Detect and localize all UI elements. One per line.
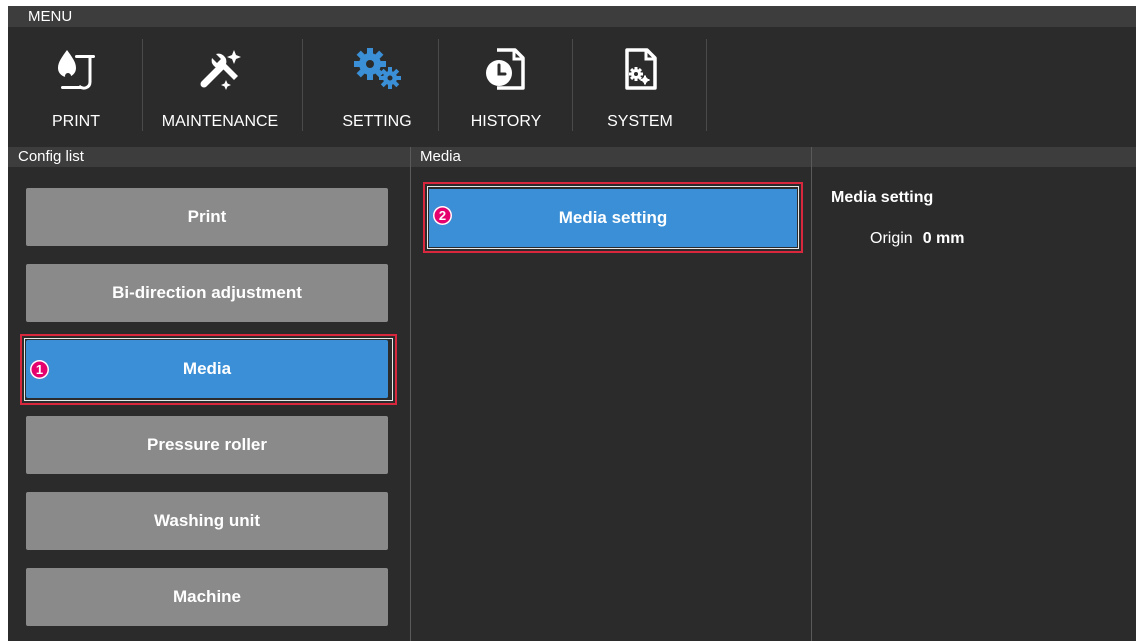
toolbar-history-label: HISTORY — [470, 113, 542, 130]
toolbar-setting-button[interactable]: SETTING — [320, 27, 434, 147]
toolbar-system-button[interactable]: SYSTEM — [590, 27, 690, 147]
toolbar-maintenance-label: MAINTENANCE — [161, 113, 279, 130]
config-washing-unit-button[interactable]: Washing unit — [26, 492, 388, 550]
menu-title: MENU — [8, 6, 1136, 27]
setting-gears-icon — [320, 45, 434, 93]
callout-badge-2: 2 — [433, 206, 452, 225]
media-setting-button[interactable]: Media setting — [429, 189, 797, 247]
callout-badge-1: 1 — [30, 360, 49, 379]
media-header: Media — [410, 147, 812, 167]
toolbar-maintenance-button[interactable]: MAINTENANCE — [150, 27, 290, 147]
toolbar-print-button[interactable]: PRINT — [32, 27, 120, 147]
toolbar-divider — [572, 39, 573, 131]
toolbar-print-label: PRINT — [52, 113, 100, 130]
config-pressure-roller-button[interactable]: Pressure roller — [26, 416, 388, 474]
config-bi-direction-adjustment-button[interactable]: Bi-direction adjustment — [26, 264, 388, 322]
toolbar-setting-label: SETTING — [342, 113, 412, 130]
origin-value: 0 mm — [922, 230, 965, 247]
detail-row-origin: Origin 0 mm — [870, 230, 964, 248]
detail-title: Media setting — [831, 189, 934, 206]
print-icon — [32, 45, 120, 93]
origin-label: Origin — [870, 230, 913, 247]
toolbar-history-button[interactable]: HISTORY — [456, 27, 556, 147]
toolbar-divider — [142, 39, 143, 131]
maintenance-icon — [150, 45, 290, 93]
column-divider — [811, 147, 812, 641]
main-toolbar: PRINT MAINTENANCE SETTING HISTORY SYSTEM — [8, 27, 1136, 147]
system-icon — [590, 45, 690, 93]
config-list-header: Config list — [8, 147, 410, 167]
toolbar-system-label: SYSTEM — [607, 113, 673, 130]
history-icon — [456, 45, 556, 93]
config-print-button[interactable]: Print — [26, 188, 388, 246]
toolbar-divider — [706, 39, 707, 131]
config-media-button[interactable]: Media — [26, 340, 388, 398]
column-divider — [410, 147, 411, 641]
config-machine-button[interactable]: Machine — [26, 568, 388, 626]
detail-header — [812, 147, 1136, 167]
app-window: MENU PRINT MAINTENANCE SETTING HISTORY S… — [8, 6, 1136, 641]
toolbar-divider — [302, 39, 303, 131]
toolbar-divider — [438, 39, 439, 131]
